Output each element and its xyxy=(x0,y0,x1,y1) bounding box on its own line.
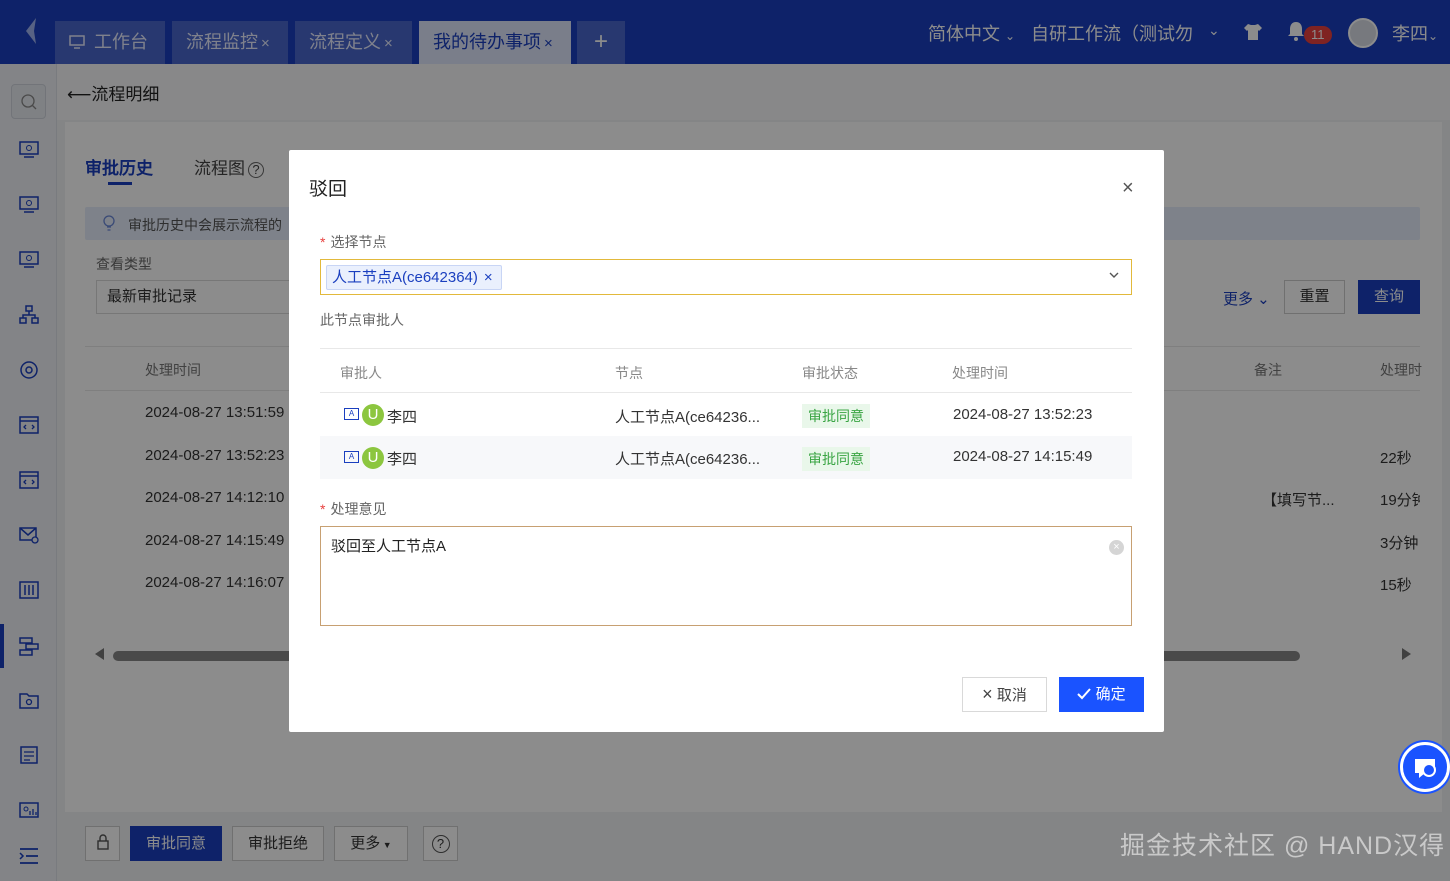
table-row: A U 李四 人工节点A(ce64236... 审批同意 2024-08-27 … xyxy=(320,436,1132,479)
chevron-down-icon[interactable] xyxy=(1109,270,1119,280)
divider xyxy=(320,348,1132,349)
node-name: 人工节点A(ce64236... xyxy=(615,451,761,468)
status-badge: 审批同意 xyxy=(802,404,870,428)
node-label-text: 选择节点 xyxy=(330,234,387,250)
column-header-node: 节点 xyxy=(615,365,643,381)
cancel-button[interactable]: × 取消 xyxy=(962,677,1047,712)
required-mark: * xyxy=(320,234,326,250)
required-mark: * xyxy=(320,501,326,517)
clear-icon[interactable]: × xyxy=(1109,540,1124,555)
confirm-button[interactable]: 确定 xyxy=(1059,677,1144,712)
check-icon xyxy=(1077,688,1092,700)
node-field-label: * 选择节点 xyxy=(320,232,386,252)
confirm-label: 确定 xyxy=(1095,686,1126,703)
reject-dialog: 驳回 × * 选择节点 人工节点A(ce642364) × 此节点审批人 审批人 节… xyxy=(289,150,1164,732)
process-time: 2024-08-27 13:52:23 xyxy=(953,406,1093,423)
avatar: U xyxy=(362,447,384,469)
column-header-approver: 审批人 xyxy=(340,365,382,381)
column-header-status: 审批状态 xyxy=(802,365,858,381)
opinion-text: 驳回至人工节点A xyxy=(331,538,447,555)
table-row: A U 李四 人工节点A(ce64236... 审批同意 2024-08-27 … xyxy=(320,393,1132,436)
contact-card-icon[interactable]: A xyxy=(344,408,359,420)
opinion-label-text: 处理意见 xyxy=(330,501,387,517)
contact-card-icon[interactable]: A xyxy=(344,451,359,463)
column-header-time: 处理时间 xyxy=(952,365,1008,381)
process-time: 2024-08-27 14:15:49 xyxy=(953,448,1093,465)
approvers-label: 此节点审批人 xyxy=(320,312,404,328)
watermark: 掘金技术社区 @ HAND汉得 xyxy=(1120,832,1446,860)
status-badge: 审批同意 xyxy=(802,447,870,471)
tag-label: 人工节点A(ce642364) xyxy=(332,269,478,286)
dialog-title: 驳回 xyxy=(309,179,348,200)
avatar: U xyxy=(362,404,384,426)
approver-name: 李四 xyxy=(387,451,418,468)
opinion-field-label: * 处理意见 xyxy=(320,499,386,519)
assistant-chat-icon[interactable] xyxy=(1400,742,1450,792)
tag-remove-icon[interactable]: × xyxy=(484,269,493,286)
close-icon[interactable]: × xyxy=(1122,178,1134,198)
approver-name: 李四 xyxy=(387,409,418,426)
cancel-label: 取消 xyxy=(996,687,1027,704)
node-select[interactable]: 人工节点A(ce642364) × xyxy=(320,259,1132,295)
selected-node-tag: 人工节点A(ce642364) × xyxy=(326,265,502,290)
close-icon: × xyxy=(982,684,993,704)
opinion-textarea[interactable]: 驳回至人工节点A × xyxy=(320,526,1132,626)
node-name: 人工节点A(ce64236... xyxy=(615,409,761,426)
